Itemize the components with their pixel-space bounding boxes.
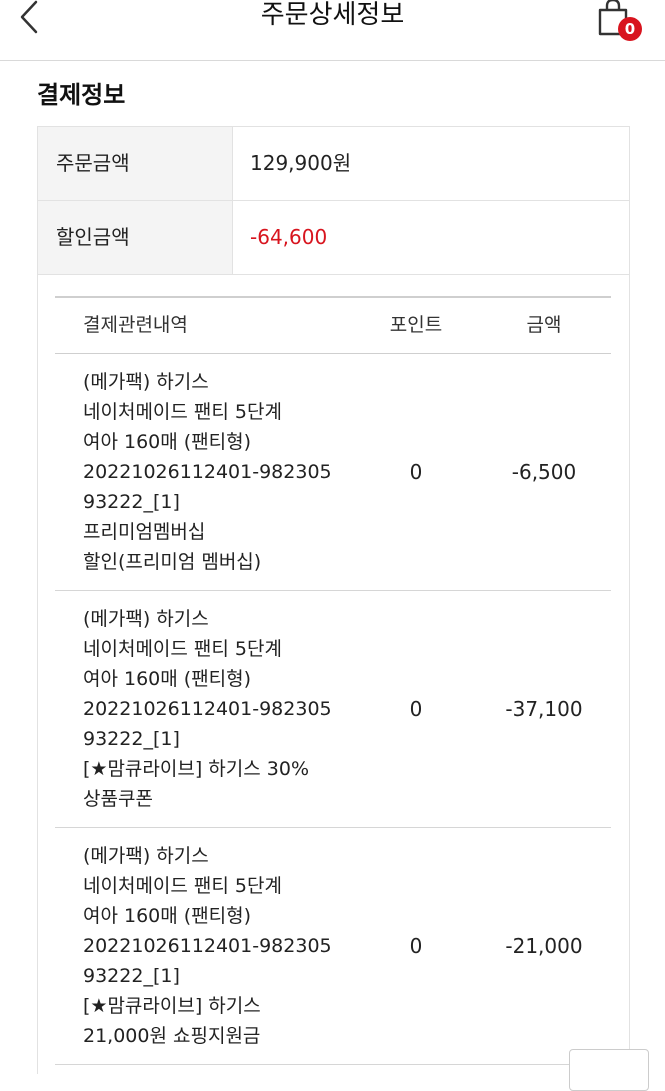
description-line: 93222_[1] <box>83 965 180 987</box>
section-title: 결제정보 <box>37 81 126 109</box>
description-line: [★맘큐라이브] 하기스 30% <box>83 758 310 780</box>
description-line: 프리미엄멤버십 <box>83 521 206 543</box>
column-header-desc: 결제관련내역 <box>83 314 188 336</box>
payment-info-table: 주문금액 129,900원 할인금액 -64,600 <box>37 126 630 275</box>
column-header-amount: 금액 <box>526 314 562 336</box>
order-amount-value: 129,900원 <box>250 151 352 175</box>
table-row: (메가팩) 하기스 네이처메이드 팬티 5단계 여아 160매 (팬티형) 20… <box>55 591 611 828</box>
description-line: 93222_[1] <box>83 728 180 750</box>
payment-details-box: 결제관련내역 포인트 금액 (메가팩) 하기스 네이처메이드 팬티 5단계 여아… <box>37 274 630 1074</box>
table-row: (메가팩) 하기스 네이처메이드 팬티 5단계 여아 160매 (팬티형) 20… <box>55 828 611 1065</box>
row-point: 0 <box>409 460 423 484</box>
row-amount: -6,500 <box>511 460 577 484</box>
discount-amount-label: 할인금액 <box>38 201 233 274</box>
description-line: 20221026112401-982305 <box>83 461 332 483</box>
description-line: (메가팩) 하기스 <box>83 608 209 630</box>
payment-details-table: 결제관련내역 포인트 금액 (메가팩) 하기스 네이처메이드 팬티 5단계 여아… <box>55 296 611 1065</box>
discount-amount-value: -64,600 <box>250 225 328 249</box>
table-row: (메가팩) 하기스 네이처메이드 팬티 5단계 여아 160매 (팬티형) 20… <box>55 354 611 591</box>
cart-button[interactable]: 0 <box>594 0 654 46</box>
row-description: (메가팩) 하기스 네이처메이드 팬티 5단계 여아 160매 (팬티형) 20… <box>55 367 355 577</box>
description-line: 여아 160매 (팬티형) <box>83 905 252 927</box>
description-line: 상품쿠폰 <box>83 788 153 810</box>
row-amount: -37,100 <box>505 697 583 721</box>
description-line: 네이처메이드 팬티 5단계 <box>83 875 282 897</box>
description-line: 여아 160매 (팬티형) <box>83 431 252 453</box>
order-amount-row: 주문금액 129,900원 <box>38 127 629 201</box>
description-line: (메가팩) 하기스 <box>83 371 209 393</box>
description-line: 여아 160매 (팬티형) <box>83 668 252 690</box>
row-description: (메가팩) 하기스 네이처메이드 팬티 5단계 여아 160매 (팬티형) 20… <box>55 604 355 814</box>
description-line: 20221026112401-982305 <box>83 698 332 720</box>
description-line: 20221026112401-982305 <box>83 935 332 957</box>
description-line: 93222_[1] <box>83 491 180 513</box>
description-line: 할인(프리미엄 멤버십) <box>83 551 262 573</box>
row-amount: -21,000 <box>505 934 583 958</box>
row-point: 0 <box>409 697 423 721</box>
scroll-top-button[interactable] <box>569 1049 649 1091</box>
column-header-point: 포인트 <box>389 314 443 336</box>
cart-count-badge: 0 <box>618 17 642 41</box>
order-amount-label: 주문금액 <box>38 127 233 200</box>
description-line: [★맘큐라이브] 하기스 <box>83 995 261 1017</box>
page-title: 주문상세정보 <box>260 0 405 30</box>
description-line: 네이처메이드 팬티 5단계 <box>83 638 282 660</box>
description-line: (메가팩) 하기스 <box>83 845 209 867</box>
row-point: 0 <box>409 934 423 958</box>
top-bar: 주문상세정보 0 <box>0 0 665 61</box>
row-description: (메가팩) 하기스 네이처메이드 팬티 5단계 여아 160매 (팬티형) 20… <box>55 841 355 1051</box>
table-header: 결제관련내역 포인트 금액 <box>55 296 611 354</box>
description-line: 네이처메이드 팬티 5단계 <box>83 401 282 423</box>
description-line: 21,000원 쇼핑지원금 <box>83 1025 261 1047</box>
discount-amount-row: 할인금액 -64,600 <box>38 201 629 275</box>
